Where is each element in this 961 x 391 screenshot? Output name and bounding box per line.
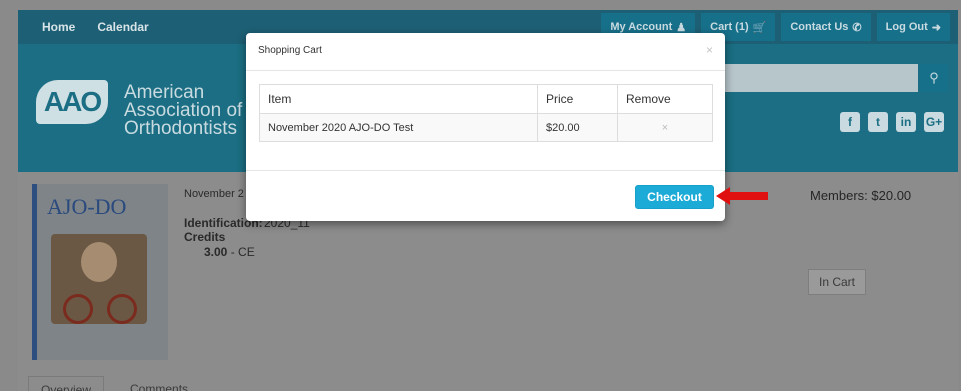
- close-icon[interactable]: ×: [706, 43, 713, 57]
- cover-title: AJO-DO: [47, 194, 127, 219]
- product-tabs: Overview Comments: [28, 376, 200, 391]
- shopping-cart-modal: Shopping Cart × Item Price Remove Novemb…: [246, 33, 725, 221]
- search-input[interactable]: [718, 64, 918, 92]
- org-name: American Association of Orthodontists: [124, 83, 242, 139]
- tab-overview[interactable]: Overview: [28, 376, 105, 391]
- cart-item-name: November 2020 AJO-DO Test: [259, 113, 538, 142]
- linkedin-icon[interactable]: in: [896, 112, 916, 132]
- cover-graphic-left: [63, 294, 93, 324]
- nav-home-link[interactable]: Home: [42, 20, 75, 34]
- journal-cover-image: AJO-DO: [32, 184, 168, 360]
- publication-date: November 2: [184, 188, 244, 200]
- tab-comments[interactable]: Comments: [118, 376, 200, 391]
- checkout-button[interactable]: Checkout: [635, 185, 714, 209]
- social-links: f t in G+: [840, 112, 944, 132]
- cover-graphic-right: [107, 294, 137, 324]
- credit-type: - CE: [227, 245, 255, 259]
- in-cart-button[interactable]: In Cart: [808, 269, 866, 295]
- modal-body: Item Price Remove November 2020 AJO-DO T…: [259, 84, 713, 142]
- modal-footer: Checkout: [246, 170, 725, 221]
- modal-header: Shopping Cart ×: [246, 33, 725, 71]
- contact-us-button[interactable]: Contact Us ✆: [781, 13, 871, 41]
- org-name-line-3: Orthodontists: [124, 118, 237, 139]
- phone-icon: ✆: [852, 21, 862, 34]
- cart-icon: 🛒: [752, 21, 767, 34]
- log-out-button[interactable]: Log Out ➜: [876, 13, 950, 41]
- modal-title: Shopping Cart: [258, 45, 322, 56]
- cart-label: Cart (1): [710, 21, 749, 33]
- my-account-label: My Account: [610, 21, 673, 33]
- annotation-arrow-icon: [716, 187, 768, 205]
- twitter-icon[interactable]: t: [868, 112, 888, 132]
- search-icon: ⚲: [929, 70, 939, 85]
- contact-us-label: Contact Us: [790, 21, 849, 33]
- user-icon: ♟: [676, 21, 687, 34]
- cart-table: Item Price Remove November 2020 AJO-DO T…: [259, 84, 713, 142]
- remove-item-icon[interactable]: ×: [617, 113, 713, 142]
- cart-item-price: $20.00: [537, 113, 618, 142]
- aao-logo[interactable]: AAO: [36, 80, 108, 124]
- log-out-label: Log Out: [885, 21, 928, 33]
- table-header-row: Item Price Remove: [259, 84, 713, 114]
- column-header-price: Price: [537, 84, 618, 114]
- search-button[interactable]: ⚲: [920, 64, 948, 92]
- facebook-icon[interactable]: f: [840, 112, 860, 132]
- credits-label: Credits: [184, 230, 226, 244]
- googleplus-icon[interactable]: G+: [924, 112, 944, 132]
- column-header-remove: Remove: [617, 84, 713, 114]
- members-price: Members: $20.00: [810, 188, 912, 203]
- credit-amount: 3.00: [204, 245, 228, 259]
- logout-icon: ➜: [931, 21, 941, 34]
- column-header-item: Item: [259, 84, 538, 114]
- table-row: November 2020 AJO-DO Test $20.00 ×: [259, 113, 713, 142]
- cover-face: [81, 242, 117, 282]
- nav-calendar-link[interactable]: Calendar: [97, 20, 148, 34]
- credit-value: 3.00 - CE: [204, 245, 255, 259]
